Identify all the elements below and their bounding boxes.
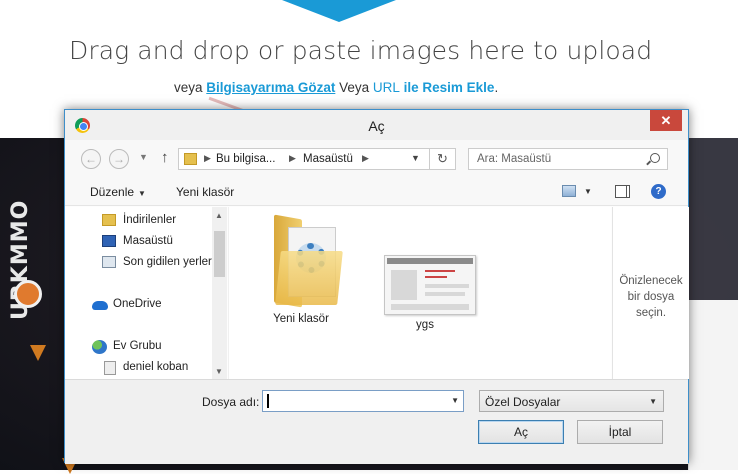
nav-item-user[interactable]: deniel koban [65,358,213,378]
url-link[interactable]: URL [373,80,400,95]
dialog-titlebar[interactable]: Aç ✕ [65,110,688,140]
brand-logo-icon [14,280,42,308]
homegroup-icon [92,340,107,354]
open-button[interactable]: Aç [478,420,564,444]
browse-computer-link[interactable]: Bilgisayarıma Gözat [206,80,335,95]
pizza-icon [30,345,46,361]
nav-item-label: OneDrive [113,298,162,310]
chevron-down-icon: ▼ [649,397,657,406]
filename-input[interactable] [266,393,446,409]
page-right-panel [688,300,738,470]
preview-message: Önizlenecek bir dosya seçin. [613,273,689,321]
organize-label: Düzenle [90,185,135,199]
file-item-new-folder[interactable]: Yeni klasör [246,207,356,337]
scroll-down-icon[interactable]: ▼ [215,367,223,376]
file-type-select[interactable]: Özel Dosyalar ▼ [479,390,664,412]
back-button[interactable]: ← [81,149,101,169]
recent-locations-dropdown-icon[interactable]: ▼ [139,152,148,162]
organize-menu[interactable]: Düzenle ▼ [90,185,146,199]
upload-sub-text-or: veya [174,80,207,95]
file-list: Yeni klasör ygs [228,207,611,379]
address-bar[interactable]: ▶ Bu bilgisa... ▶ Masaüstü ▶ ▼ [178,148,456,170]
file-label: ygs [416,319,434,331]
breadcrumb-this-pc[interactable]: Bu bilgisa... [216,153,275,165]
folder-icon [274,214,343,308]
forward-button[interactable]: → [109,149,129,169]
nav-item-desktop[interactable]: Masaüstü [65,232,213,252]
chevron-down-icon: ▼ [138,189,146,198]
desktop-icon [102,235,116,247]
dialog-footer: Dosya adı: ▼ Özel Dosyalar ▼ Aç İptal [65,379,688,464]
navigation-bar: ← → ▼ ↑ ▶ Bu bilgisa... ▶ Masaüstü ▶ ▼ ↻… [65,140,688,176]
up-folder-button[interactable]: ↑ [161,149,169,166]
downloads-folder-icon [102,214,116,226]
search-placeholder: Ara: Masaüstü [477,153,552,165]
file-item-ygs[interactable]: ygs [370,207,480,337]
nav-item-homegroup[interactable]: Ev Grubu [65,337,213,357]
banner-right-edge [688,138,738,300]
navigation-pane: İndirilenler Masaüstü Son gidilen yerler… [65,207,227,379]
chevron-right-icon[interactable]: ▶ [204,153,211,164]
help-icon[interactable]: ? [651,184,666,199]
command-toolbar: Düzenle ▼ Yeni klasör ▼ ? [65,176,688,206]
cancel-button[interactable]: İptal [577,420,663,444]
new-folder-button[interactable]: Yeni klasör [176,185,234,199]
nav-item-downloads[interactable]: İndirilenler [65,211,213,231]
chevron-right-icon[interactable]: ▶ [362,153,369,164]
nav-item-recent-places[interactable]: Son gidilen yerler [65,253,213,273]
text-caret [267,394,269,408]
add-image-text: ile Resim Ekle [399,80,495,95]
upload-arrow-icon [282,0,396,22]
upload-sub-text-or2: Veya [335,80,373,95]
preview-pane: Önizlenecek bir dosya seçin. [612,207,689,379]
nav-item-label: Masaüstü [123,235,173,247]
close-button[interactable]: ✕ [650,110,682,131]
preview-line: Önizlenecek [619,275,683,287]
nav-item-onedrive[interactable]: OneDrive [65,295,213,315]
folder-icon [184,153,197,165]
recent-places-icon [102,256,116,268]
breadcrumb-desktop[interactable]: Masaüstü [303,153,353,165]
navigation-pane-scrollbar[interactable]: ▲ ▼ [212,207,227,379]
scroll-up-icon[interactable]: ▲ [215,211,223,220]
file-type-value: Özel Dosyalar [485,395,561,409]
filename-dropdown-icon[interactable]: ▼ [451,396,459,405]
upload-title: Drag and drop or paste images here to up… [69,36,653,65]
open-file-dialog: Aç ✕ ← → ▼ ↑ ▶ Bu bilgisa... ▶ Masaüstü … [64,109,689,464]
nav-item-label: Ev Grubu [113,340,162,352]
address-dropdown-icon[interactable]: ▼ [411,153,420,163]
image-thumbnail-icon [384,255,476,315]
view-options-dropdown-icon[interactable]: ▼ [584,187,592,196]
onedrive-cloud-icon [92,301,108,310]
search-box[interactable]: Ara: Masaüstü [468,148,668,170]
preview-line: seçin. [635,307,667,319]
preview-line: bir dosya [627,291,675,303]
chevron-right-icon[interactable]: ▶ [289,153,296,164]
scrollbar-thumb[interactable] [214,231,225,277]
nav-item-label: İndirilenler [123,214,177,226]
preview-pane-toggle-icon[interactable] [615,185,630,198]
change-view-icon[interactable] [562,185,576,197]
nav-item-label: deniel koban [123,361,189,373]
upload-sub-period: . [494,80,499,95]
file-label: Yeni klasör [273,313,329,325]
upload-subtitle: veya Bilgisayarıma Gözat Veya URL ile Re… [174,80,498,95]
user-icon [104,361,116,375]
dialog-title: Aç [368,118,385,134]
nav-item-label: Son gidilen yerler [123,256,212,268]
filename-label: Dosya adı: [202,395,260,409]
search-icon[interactable] [650,153,660,163]
refresh-button[interactable]: ↻ [429,148,455,170]
filename-combobox[interactable]: ▼ [262,390,464,412]
